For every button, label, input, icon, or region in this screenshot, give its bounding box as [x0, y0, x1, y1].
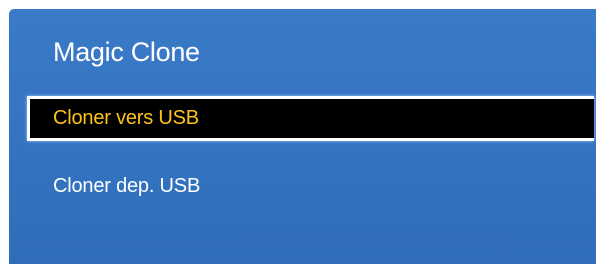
menu-item-cloner-vers-usb[interactable]: Cloner vers USB	[27, 96, 594, 141]
magic-clone-menu-panel: Magic Clone Cloner vers USB Cloner dep. …	[9, 9, 596, 264]
menu-title: Magic Clone	[53, 37, 200, 67]
menu-item-cloner-dep-usb[interactable]: Cloner dep. USB	[27, 164, 594, 209]
